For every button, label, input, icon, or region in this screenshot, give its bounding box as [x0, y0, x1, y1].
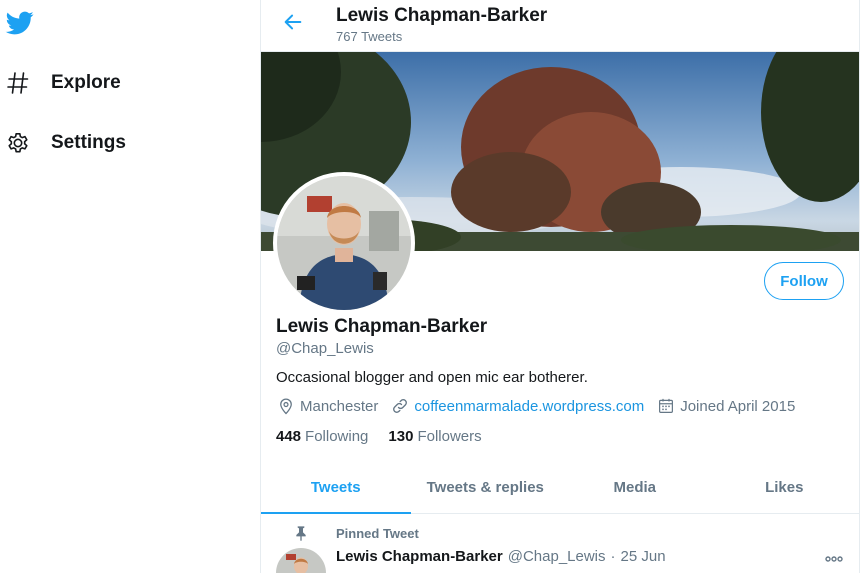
- sidebar-item-label: Settings: [51, 132, 126, 153]
- pinned-label: Pinned Tweet: [336, 525, 419, 541]
- profile-avatar[interactable]: [273, 172, 415, 314]
- page-title: Lewis Chapman-Barker: [336, 5, 548, 26]
- tweet-separator: ·: [610, 548, 616, 565]
- sidebar-item-settings[interactable]: Settings: [5, 125, 126, 161]
- tweet-count: 767 Tweets: [336, 29, 403, 44]
- ellipsis-icon: [825, 549, 843, 567]
- tweet-author-name[interactable]: Lewis Chapman-Barker: [336, 548, 503, 565]
- profile-name: Lewis Chapman-Barker: [276, 316, 488, 337]
- left-sidebar: Explore Settings: [0, 0, 260, 573]
- arrow-left-icon: [282, 11, 304, 38]
- pinned-tweet-indicator: Pinned Tweet: [276, 523, 419, 543]
- follow-button[interactable]: Follow: [764, 262, 844, 300]
- gear-icon: [5, 130, 31, 156]
- tweet-author-handle[interactable]: @Chap_Lewis: [508, 548, 606, 565]
- profile-stats: 448 Following 130 Followers: [276, 428, 502, 445]
- profile-bio: Occasional blogger and open mic ear both…: [276, 369, 588, 386]
- tweet-date[interactable]: 25 Jun: [621, 548, 666, 565]
- sidebar-item-label: Explore: [51, 72, 121, 93]
- profile-meta: Manchester coffeenmarmalade.wordpress.co…: [276, 396, 807, 416]
- tab-likes[interactable]: Likes: [710, 462, 860, 513]
- more-options-button[interactable]: [824, 549, 844, 567]
- followers-stat[interactable]: 130 Followers: [388, 428, 481, 445]
- tweet-header: Lewis Chapman-Barker @Chap_Lewis · 25 Ju…: [336, 548, 666, 565]
- sidebar-item-explore[interactable]: Explore: [5, 65, 121, 101]
- location-text: Manchester: [300, 397, 379, 415]
- pin-icon: [276, 523, 326, 543]
- profile-location: Manchester: [276, 396, 378, 416]
- profile-header-bar: Lewis Chapman-Barker 767 Tweets: [261, 0, 859, 52]
- location-pin-icon: [276, 396, 296, 416]
- tab-media[interactable]: Media: [560, 462, 710, 513]
- website-link[interactable]: coffeenmarmalade.wordpress.com: [414, 398, 644, 415]
- profile-tabs: Tweets Tweets & replies Media Likes: [261, 462, 859, 514]
- back-button[interactable]: [281, 12, 305, 36]
- followers-label: Followers: [417, 428, 482, 445]
- twitter-bird-icon[interactable]: [5, 9, 37, 39]
- profile-website[interactable]: coffeenmarmalade.wordpress.com: [390, 396, 644, 416]
- joined-text: Joined April 2015: [680, 397, 796, 415]
- profile-handle: @Chap_Lewis: [276, 340, 374, 357]
- following-stat[interactable]: 448 Following: [276, 428, 368, 445]
- profile-joined: Joined April 2015: [656, 396, 795, 416]
- calendar-icon: [656, 396, 676, 416]
- tweet-author-avatar[interactable]: [276, 548, 326, 573]
- tab-tweets[interactable]: Tweets: [261, 462, 411, 514]
- link-icon: [390, 396, 410, 416]
- hashtag-icon: [5, 70, 31, 96]
- tab-tweets-replies[interactable]: Tweets & replies: [411, 462, 561, 513]
- following-label: Following: [305, 428, 369, 445]
- following-count: 448: [276, 428, 302, 445]
- followers-count: 130: [388, 428, 414, 445]
- profile-column: Lewis Chapman-Barker 767 Tweets Follow L…: [260, 0, 860, 573]
